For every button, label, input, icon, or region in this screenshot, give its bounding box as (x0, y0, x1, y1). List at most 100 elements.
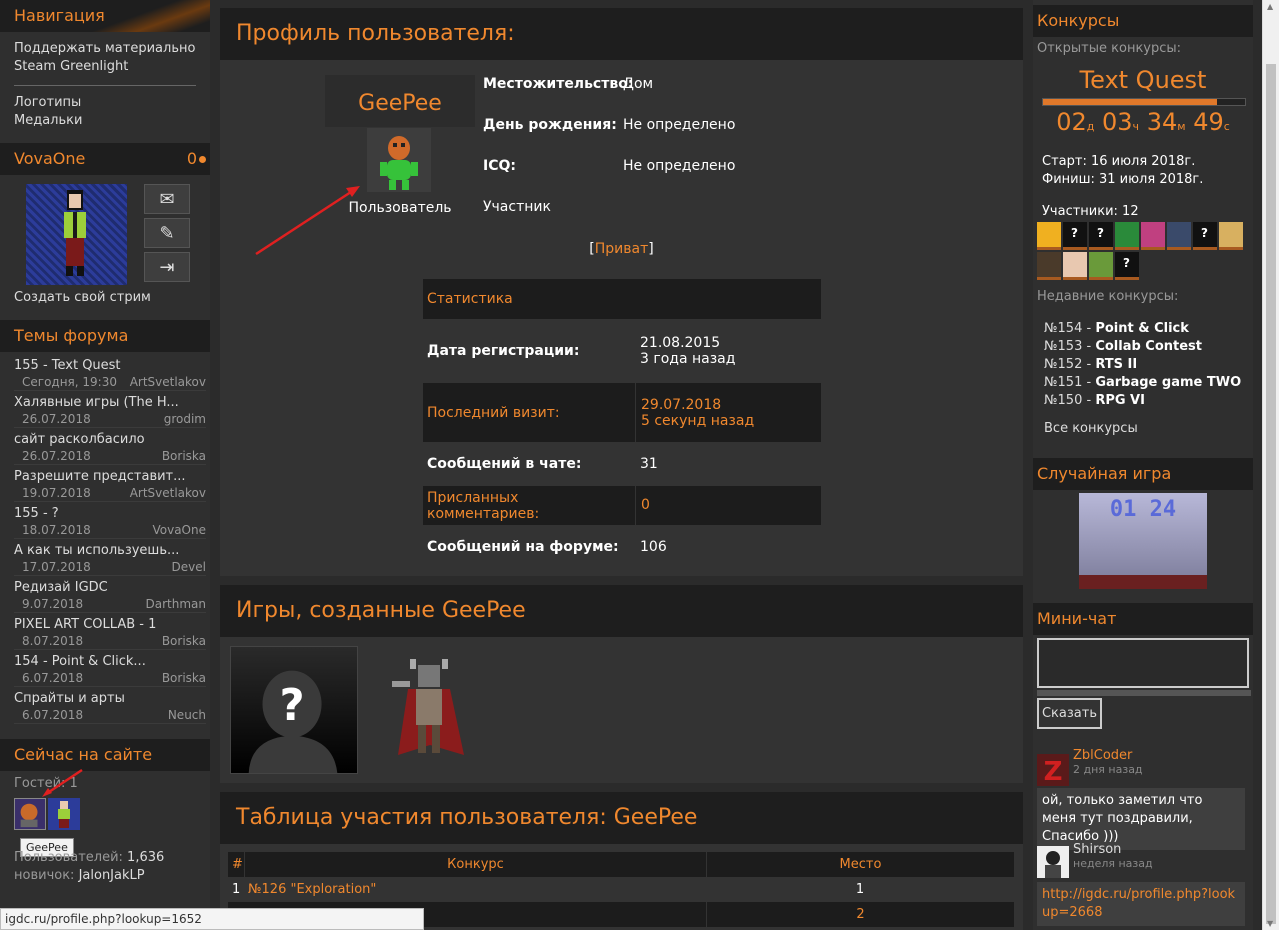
unknown-avatar-icon: ? (1201, 226, 1208, 240)
forum-topic[interactable]: Редизай IGDC 9.07.2018 Darthman (0, 579, 210, 616)
random-game-score: 01 24 (1109, 497, 1177, 522)
random-game-thumb[interactable]: 01 24 (1079, 493, 1207, 589)
game-thumb-unknown[interactable]: ? (230, 646, 358, 774)
forum-topic[interactable]: 154 - Point & Click... 6.07.2018 Boriska (0, 653, 210, 690)
contest-name[interactable]: Point & Click (1095, 321, 1189, 336)
private-message-link[interactable]: Приват (595, 241, 649, 257)
topic-title[interactable]: 154 - Point & Click... (14, 653, 206, 671)
participant-avatar[interactable] (1141, 222, 1165, 250)
topic-date: 26.07.2018 (22, 449, 91, 463)
recent-contest-item[interactable]: №154 - Point & Click (1044, 320, 1241, 338)
topic-title[interactable]: PIXEL ART COLLAB - 1 (14, 616, 206, 634)
row-place: 2 (706, 902, 1014, 927)
topic-title[interactable]: Разрешите представит... (14, 468, 206, 486)
chat-avatar-shirson[interactable] (1037, 846, 1069, 878)
scrollbar-thumb[interactable] (1266, 64, 1276, 924)
edit-icon: ✎ (159, 222, 175, 244)
field-label: ICQ: (483, 158, 516, 174)
all-contests-link[interactable]: Все конкурсы (1044, 421, 1138, 436)
topic-title[interactable]: Редизай IGDC (14, 579, 206, 597)
forum-topic[interactable]: А как ты используешь... 17.07.2018 Devel (0, 542, 210, 579)
user-avatar[interactable] (26, 184, 127, 285)
recent-contest-item[interactable]: №150 - RPG VI (1044, 392, 1241, 410)
participant-avatar[interactable]: ? (1115, 252, 1139, 280)
chat-username[interactable]: ZblCoder (1073, 748, 1143, 763)
chat-message: Shirson неделя назад http://igdc.ru/prof… (1037, 842, 1249, 926)
chat-link[interactable]: http://igdc.ru/profile.php?lookup=2668 (1037, 882, 1245, 926)
topic-title[interactable]: Халявные игры (The H... (14, 394, 206, 412)
envelope-icon: ✉ (159, 188, 175, 210)
topic-title[interactable]: А как ты используешь... (14, 542, 206, 560)
timer-seconds-unit: с (1223, 120, 1230, 133)
stat-label: Последний визит: (427, 404, 560, 421)
participant-avatar[interactable] (1037, 222, 1061, 250)
topic-title[interactable]: Спрайты и арты (14, 690, 206, 708)
contest-name[interactable]: RTS II (1095, 357, 1137, 372)
online-user-avatar-vovaone[interactable] (48, 798, 80, 830)
unknown-game-icon: ? (231, 647, 357, 773)
participant-avatar[interactable] (1037, 252, 1061, 280)
forum-topic[interactable]: Халявные игры (The H... 26.07.2018 grodim (0, 394, 210, 431)
nav-link-medals[interactable]: Медальки (0, 112, 210, 130)
recent-contest-item[interactable]: №151 - Garbage game TWO (1044, 374, 1241, 392)
red-arrow-annotation (42, 768, 83, 797)
field-value: Не определено (623, 158, 736, 174)
logout-button[interactable]: ⇥ (144, 252, 190, 282)
chat-avatar-zblcoder[interactable]: Z (1037, 754, 1069, 787)
game-thumb-warrior[interactable] (380, 655, 480, 765)
current-contest-link[interactable]: Text Quest (1033, 66, 1253, 94)
forum-topic[interactable]: Разрешите представит... 19.07.2018 ArtSvet… (0, 468, 210, 505)
profile-avatar[interactable] (367, 128, 431, 192)
online-user-avatar-geepee[interactable] (14, 798, 46, 830)
nav-link-logos[interactable]: Логотипы (0, 94, 210, 112)
chat-username[interactable]: Shirson (1073, 842, 1153, 857)
avatar-figure: Z (1037, 754, 1069, 787)
browser-status-bar: igdc.ru/profile.php?lookup=1652 (0, 908, 424, 930)
contest-name[interactable]: Garbage game TWO (1095, 375, 1241, 390)
newbie-name[interactable]: JalonJakLP (79, 868, 145, 883)
edit-profile-button[interactable]: ✎ (144, 218, 190, 248)
scroll-down-icon: ▼ (1267, 919, 1274, 928)
recent-contests-label: Недавние конкурсы: (1037, 289, 1179, 304)
participant-avatar[interactable]: ? (1063, 222, 1087, 250)
participant-avatar[interactable]: ? (1193, 222, 1217, 250)
topic-title[interactable]: 155 - ? (14, 505, 206, 523)
topic-title[interactable]: 155 - Text Quest (14, 357, 206, 375)
participant-avatar[interactable] (1089, 252, 1113, 280)
nav-link-donate[interactable]: Поддержать материально (0, 40, 210, 58)
topic-date: 19.07.2018 (22, 486, 91, 500)
forum-topic[interactable]: PIXEL ART COLLAB - 1 8.07.2018 Boriska (0, 616, 210, 653)
forum-topic[interactable]: 155 - ? 18.07.2018 VovaOne (0, 505, 210, 542)
unknown-avatar-icon: ? (1097, 226, 1104, 240)
row-contest-link[interactable]: №126 "Exploration" (244, 877, 706, 902)
page-scrollbar[interactable]: ▲ ▼ (1262, 0, 1279, 930)
svg-text:?: ? (279, 681, 304, 731)
messages-button[interactable]: ✉ (144, 184, 190, 214)
stat-value: 29.07.2018 5 секунд назад (635, 383, 754, 442)
users-count: 1,636 (127, 850, 165, 865)
create-stream-link[interactable]: Создать свой стрим (0, 289, 165, 307)
user-name[interactable]: VovaOne (14, 143, 85, 175)
recent-contest-item[interactable]: №152 - RTS II (1044, 356, 1241, 374)
profile-username: GeePee (358, 91, 442, 116)
forum-topic[interactable]: сайт расколбасило 26.07.2018 Boriska (0, 431, 210, 468)
contest-name[interactable]: RPG VI (1095, 393, 1145, 408)
participant-avatar[interactable] (1219, 222, 1243, 250)
participant-avatar[interactable] (1063, 252, 1087, 280)
field-value: Не определено (623, 117, 736, 133)
recent-contest-item[interactable]: №153 - Collab Contest (1044, 338, 1241, 356)
participant-avatar[interactable]: ? (1089, 222, 1113, 250)
topic-title[interactable]: сайт расколбасило (14, 431, 206, 449)
nav-link-greenlight[interactable]: Steam Greenlight (0, 58, 210, 76)
stat-value-line2: 5 секунд назад (641, 412, 755, 429)
participant-avatar[interactable] (1115, 222, 1139, 250)
forum-topic[interactable]: Спрайты и арты 6.07.2018 Neuch (0, 690, 210, 727)
stats-header: Статистика (423, 279, 821, 319)
unknown-avatar-icon: ? (1123, 256, 1130, 270)
say-button[interactable]: Сказать (1037, 698, 1102, 729)
chat-input[interactable] (1037, 638, 1249, 688)
participant-avatar[interactable] (1167, 222, 1191, 250)
contest-name[interactable]: Collab Contest (1095, 339, 1202, 354)
forum-topic[interactable]: 155 - Text Quest Сегодня, 19:30 ArtSvetlak… (0, 357, 210, 394)
scroll-up-icon[interactable]: ▲ (1267, 2, 1273, 11)
